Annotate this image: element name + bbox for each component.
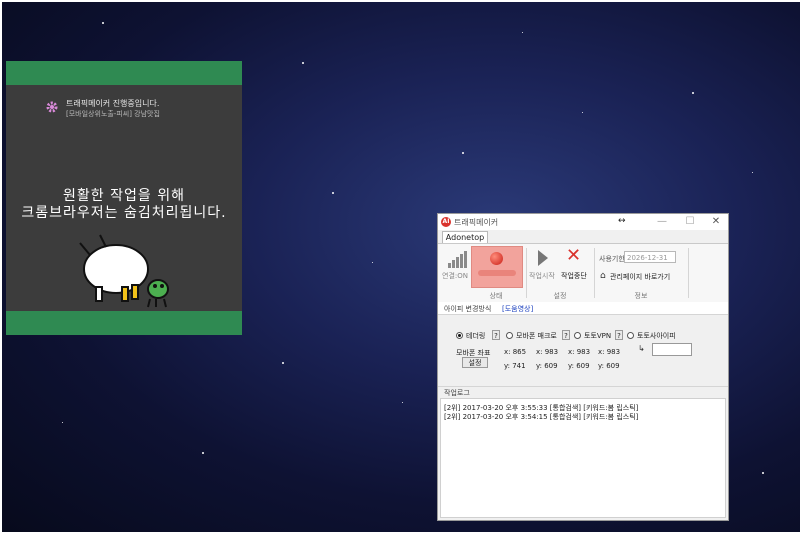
help-video-link[interactable]: [도움영상]	[502, 304, 533, 314]
coord-y-3: y: 609	[568, 362, 590, 370]
star	[762, 472, 764, 474]
ribbon-divider	[688, 248, 689, 298]
status-indicator	[471, 246, 523, 288]
window-title: 트래픽메이커	[454, 218, 499, 227]
radio-mobile-macro[interactable]	[506, 332, 513, 339]
hidden-browser-notice: 트래픽메이커 진행중입니다. [모바일상위노출-피씨] 강남맛집 원활한 작업을…	[6, 61, 242, 335]
minimize-button[interactable]: —	[652, 215, 672, 229]
work-log-list[interactable]: [2위] 2017-03-20 오후 3:55:33 [통합검색] [키워드:봄…	[440, 398, 726, 518]
group-label-info: 정보	[634, 292, 648, 300]
radio-label-toto-ip: 토토사아이피	[637, 332, 676, 340]
expiry-label: 사용기한	[599, 255, 625, 263]
help-button-toto-vpn[interactable]: ?	[615, 330, 623, 340]
notice-bottom-band	[6, 311, 242, 335]
value-input[interactable]	[652, 343, 692, 356]
group-label-status: 상태	[489, 292, 503, 300]
help-button-mobile-macro[interactable]: ?	[562, 330, 570, 340]
star	[332, 192, 334, 194]
radio-label-tethering: 테더링	[466, 332, 486, 340]
notice-top-band	[6, 61, 242, 85]
coord-y-1: y: 741	[504, 362, 526, 370]
tab-ip-change-method[interactable]: 아이피 변경방식	[444, 304, 491, 314]
help-button-tethering[interactable]: ?	[492, 330, 500, 340]
coord-x-1: x: 865	[504, 348, 527, 356]
window-titlebar[interactable]: AI 트래픽메이커 ↔ — ☐ ✕	[438, 214, 728, 230]
star	[302, 62, 304, 64]
home-icon[interactable]: ⌂	[600, 271, 606, 281]
close-button[interactable]: ✕	[706, 215, 726, 229]
resize-arrows-icon: ↔	[618, 216, 626, 226]
radio-tethering[interactable]	[456, 332, 463, 339]
maximize-button[interactable]: ☐	[680, 215, 700, 229]
status-redacted-text	[478, 270, 516, 276]
coord-y-2: y: 609	[536, 362, 558, 370]
corner-arrow-icon: ↳	[638, 344, 645, 353]
star	[202, 452, 204, 454]
notice-title: 트래픽메이커 진행중입니다.	[66, 99, 160, 108]
notice-message-line2: 크롬브라우저는 숨김처리됩니다.	[21, 205, 227, 221]
admin-page-link[interactable]: 관리페이지 바로가기	[610, 272, 670, 282]
group-label-settings: 설정	[553, 292, 567, 300]
stop-x-icon[interactable]: ✕	[566, 245, 581, 267]
star	[402, 402, 403, 403]
star	[462, 152, 464, 154]
radio-toto-ip[interactable]	[627, 332, 634, 339]
status-light-icon	[490, 252, 503, 265]
gear-icon	[46, 101, 58, 113]
star	[102, 22, 104, 24]
star	[752, 172, 753, 173]
signal-bars-icon	[448, 250, 468, 268]
log-entry: [2위] 2017-03-20 오후 3:54:15 [통합검색] [키워드:봄…	[444, 413, 639, 421]
notice-subtitle: [모바일상위노출-피씨] 강남맛집	[66, 110, 160, 118]
star	[582, 112, 583, 113]
radio-label-mobile-macro: 모바폰 매크로	[516, 332, 557, 340]
coord-x-2: x: 983	[536, 348, 559, 356]
star	[62, 422, 63, 423]
ribbon-toolbar: 연결:ON 상태 작업시작 ✕ 작업중단 설정 사용기한 2026-12-31 …	[438, 243, 728, 303]
ribbon-divider	[526, 248, 527, 298]
work-log-header: 작업로그	[438, 386, 728, 397]
radio-toto-vpn[interactable]	[574, 332, 581, 339]
ribbon-divider	[594, 248, 595, 298]
coord-y-4: y: 609	[598, 362, 620, 370]
set-coordinates-button[interactable]: 설정	[462, 357, 488, 368]
radio-label-toto-vpn: 토토VPN	[584, 332, 612, 340]
play-icon[interactable]	[538, 250, 548, 266]
coord-x-3: x: 983	[568, 348, 591, 356]
star	[372, 262, 373, 263]
stop-button[interactable]: 작업중단	[561, 271, 587, 281]
coord-x-4: x: 983	[598, 348, 621, 356]
star	[692, 92, 694, 94]
settings-subtabs: 아이피 변경방식 [도움영상]	[438, 302, 728, 315]
connection-status: 연결:ON	[442, 272, 468, 280]
app-logo-icon: AI	[441, 217, 451, 227]
star	[522, 32, 523, 33]
expiry-date-field: 2026-12-31	[624, 251, 676, 263]
traffic-maker-window: AI 트래픽메이커 ↔ — ☐ ✕ Adonetop 연결:ON 상태 작업시작…	[437, 213, 729, 521]
mascot-illustration	[79, 234, 169, 308]
star	[282, 362, 284, 364]
start-button[interactable]: 작업시작	[529, 271, 555, 281]
